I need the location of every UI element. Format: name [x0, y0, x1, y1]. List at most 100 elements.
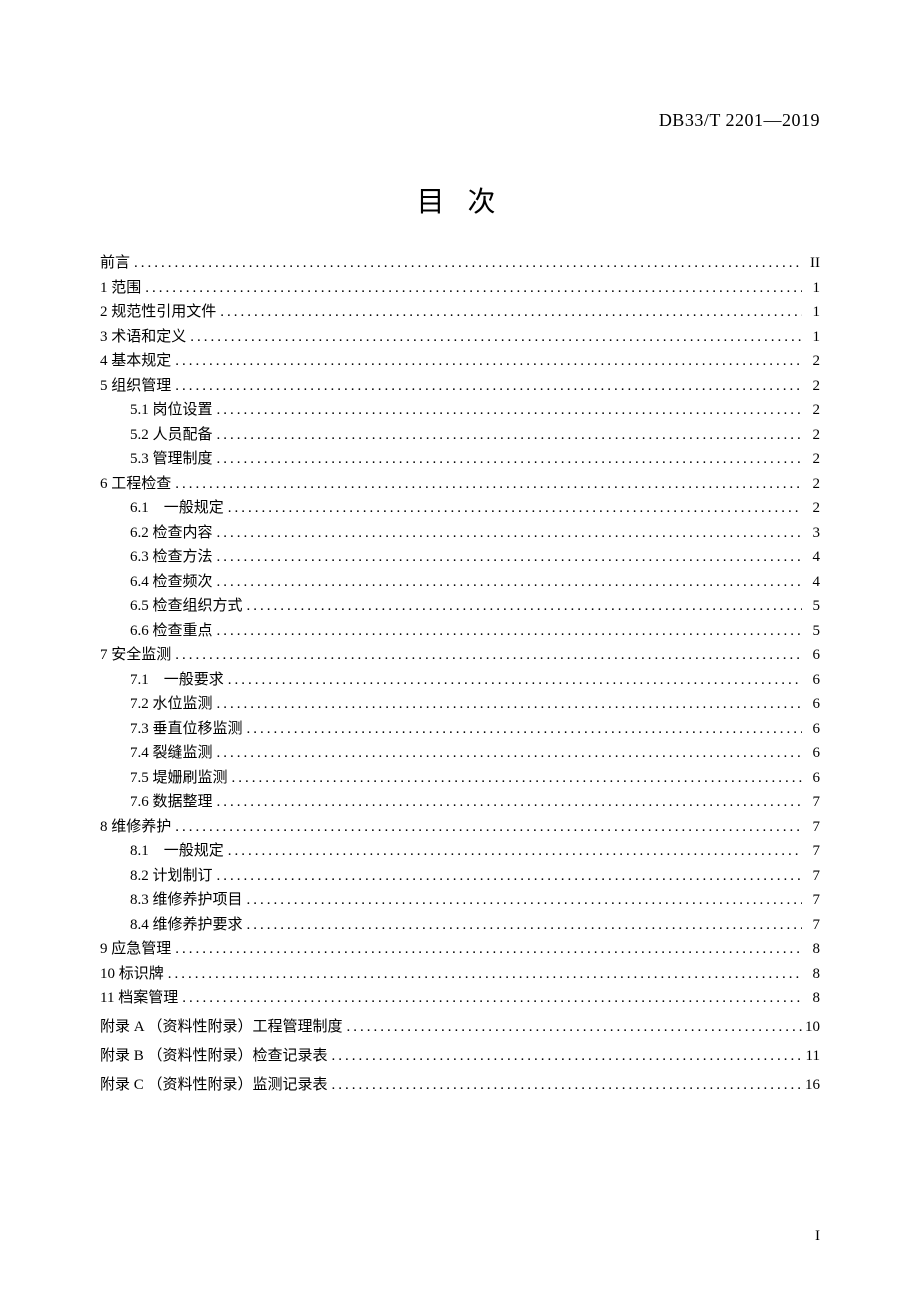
toc-entry-page: 6: [802, 673, 820, 688]
toc-entry-page: 2: [802, 501, 820, 516]
toc-entry-page: 7: [802, 893, 820, 908]
toc-entry: 5.2 人员配备2: [100, 428, 820, 443]
toc-leader-dots: [243, 918, 802, 933]
toc-entry: 8.3 维修养护项目7: [100, 893, 820, 908]
toc-entry-page: 3: [802, 526, 820, 541]
toc-entry-label: 7 安全监测: [100, 648, 171, 663]
toc-entry-label: 9 应急管理: [100, 942, 171, 957]
toc-entry: 9 应急管理8: [100, 942, 820, 957]
toc-entry-page: 1: [802, 305, 820, 320]
toc-leader-dots: [171, 820, 802, 835]
toc-leader-dots: [213, 575, 802, 590]
toc-entry-page: 5: [802, 624, 820, 639]
toc-entry-label: 5.3 管理制度: [130, 452, 213, 467]
toc-entry: 前言 II: [100, 256, 820, 271]
toc-leader-dots: [141, 281, 802, 296]
document-id: DB33/T 2201—2019: [659, 110, 820, 131]
page-title: 目 次: [100, 180, 820, 220]
table-of-contents: 前言II1 范围12 规范性引用文件13 术语和定义14 基本规定25 组织管理…: [100, 256, 820, 1093]
toc-entry-label: 2 规范性引用文件: [100, 305, 216, 320]
toc-leader-dots: [243, 722, 802, 737]
toc-entry: 1 范围 1: [100, 281, 820, 296]
toc-entry-label: 7.4 裂缝监测: [130, 746, 213, 761]
toc-entry-label: 附录 B （资料性附录）检查记录表: [100, 1049, 328, 1064]
toc-entry-label: 1 范围: [100, 281, 141, 296]
toc-entry-page: 4: [802, 550, 820, 565]
toc-leader-dots: [243, 599, 802, 614]
toc-entry-label: 10 标识牌: [100, 967, 164, 982]
toc-entry-page: II: [802, 256, 820, 271]
toc-entry: 8.1 一般规定 7: [100, 844, 820, 859]
toc-entry-label: 8.4 维修养护要求: [130, 918, 243, 933]
toc-entry-page: 6: [802, 648, 820, 663]
toc-entry-page: 2: [802, 403, 820, 418]
toc-leader-dots: [224, 844, 802, 859]
toc-entry: 6.4 检查频次4: [100, 575, 820, 590]
toc-entry-label: 6.1 一般规定: [130, 501, 224, 516]
toc-entry-page: 1: [802, 330, 820, 345]
toc-entry-label: 5 组织管理: [100, 379, 171, 394]
toc-entry-page: 16: [802, 1078, 820, 1093]
toc-entry-page: 7: [802, 820, 820, 835]
toc-leader-dots: [213, 746, 802, 761]
toc-entry-label: 前言: [100, 256, 130, 271]
toc-leader-dots: [213, 403, 802, 418]
document-page: DB33/T 2201—2019 目 次 前言 II 1 范围 1 2 规范性引用文件 1…: [0, 0, 920, 1301]
toc-leader-dots: [213, 428, 802, 443]
toc-leader-dots: [243, 893, 802, 908]
toc-entry: 5.3 管理制度 2: [100, 452, 820, 467]
toc-entry-page: 2: [802, 452, 820, 467]
toc-leader-dots: [328, 1049, 802, 1064]
toc-entry-label: 6.3 检查方法: [130, 550, 213, 565]
toc-entry: 5 组织管理 2: [100, 379, 820, 394]
toc-entry-page: 7: [802, 795, 820, 810]
toc-entry-label: 5.2 人员配备: [130, 428, 213, 443]
toc-entry-page: 6: [802, 771, 820, 786]
toc-entry-page: 2: [802, 477, 820, 492]
toc-leader-dots: [164, 967, 802, 982]
toc-entry-label: 8 维修养护: [100, 820, 171, 835]
toc-entry-page: 1: [802, 281, 820, 296]
toc-entry-label: 7.5 堤姗刷监测: [130, 771, 228, 786]
toc-entry: 6.1 一般规定 2: [100, 501, 820, 516]
toc-entry: 8.4 维修养护要求7: [100, 918, 820, 933]
toc-entry-label: 附录 A （资料性附录）工程管理制度: [100, 1020, 343, 1035]
toc-entry: 6.5 检查组织方式 5: [100, 599, 820, 614]
toc-leader-dots: [178, 991, 802, 1006]
toc-entry-label: 8.2 计划制订: [130, 869, 213, 884]
toc-leader-dots: [171, 477, 802, 492]
toc-entry: 8 维修养护 7: [100, 820, 820, 835]
toc-leader-dots: [171, 942, 802, 957]
toc-entry-label: 7.2 水位监测: [130, 697, 213, 712]
toc-entry-page: 6: [802, 697, 820, 712]
toc-entry-label: 7.3 垂直位移监测: [130, 722, 243, 737]
toc-leader-dots: [171, 379, 802, 394]
toc-entry-label: 6 工程检查: [100, 477, 171, 492]
toc-entry-label: 11 档案管理: [100, 991, 178, 1006]
toc-entry: 7.1 一般要求 6: [100, 673, 820, 688]
toc-entry-page: 5: [802, 599, 820, 614]
toc-entry-label: 7.1 一般要求: [130, 673, 224, 688]
toc-entry: 8.2 计划制订7: [100, 869, 820, 884]
toc-entry: 5.1 岗位设置 2: [100, 403, 820, 418]
toc-entry-page: 6: [802, 722, 820, 737]
toc-leader-dots: [213, 869, 802, 884]
toc-entry-label: 5.1 岗位设置: [130, 403, 213, 418]
toc-entry-page: 8: [802, 967, 820, 982]
toc-leader-dots: [213, 624, 802, 639]
toc-entry: 附录 C （资料性附录）监测记录表16: [100, 1078, 820, 1093]
toc-entry-page: 6: [802, 746, 820, 761]
toc-entry-label: 6.5 检查组织方式: [130, 599, 243, 614]
toc-entry-label: 8.1 一般规定: [130, 844, 224, 859]
page-number: I: [815, 1228, 820, 1245]
toc-entry: 2 规范性引用文件 1: [100, 305, 820, 320]
toc-entry: 7.2 水位监测 6: [100, 697, 820, 712]
toc-entry-page: 2: [802, 379, 820, 394]
toc-leader-dots: [213, 526, 802, 541]
toc-entry-page: 7: [802, 844, 820, 859]
toc-entry: 6.3 检查方法 4: [100, 550, 820, 565]
toc-entry: 7.4 裂缝监测 6: [100, 746, 820, 761]
toc-entry: 6.2 检查内容3: [100, 526, 820, 541]
toc-entry-label: 7.6 数据整理: [130, 795, 213, 810]
toc-leader-dots: [213, 795, 802, 810]
